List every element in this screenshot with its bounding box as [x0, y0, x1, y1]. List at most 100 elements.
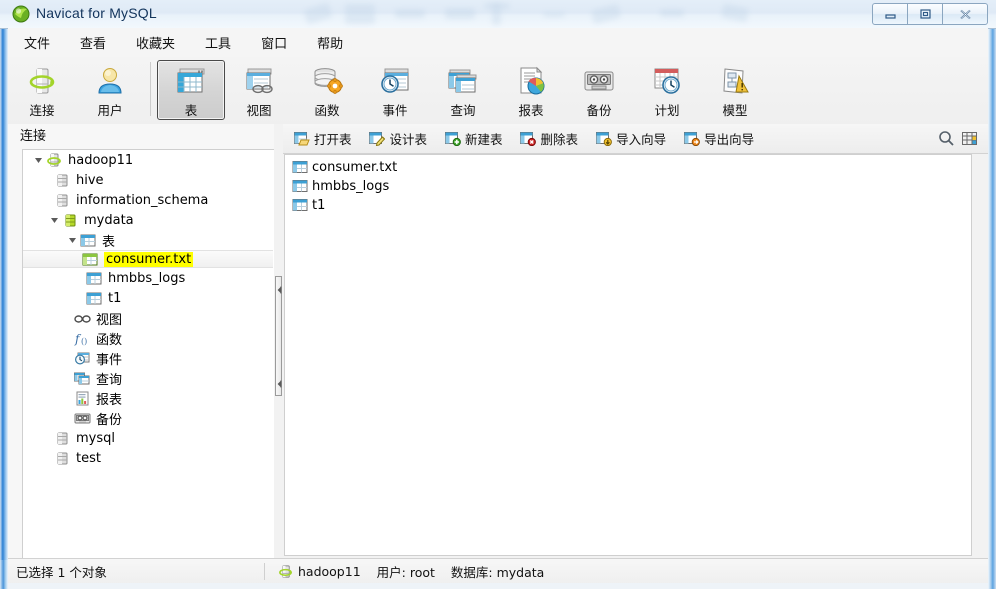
view-glasses-icon: [73, 309, 91, 327]
toolbar-button-schedule[interactable]: 计划: [633, 60, 701, 120]
tree-item-reports[interactable]: 报表: [23, 388, 275, 408]
toolbar-button-function[interactable]: 函数: [293, 60, 361, 120]
export-wizard-button[interactable]: 导出向导: [676, 127, 761, 151]
backup-tape-icon: [73, 409, 91, 427]
list-item-label: hmbbs_logs: [312, 179, 390, 194]
chevron-down-icon[interactable]: [47, 210, 61, 230]
new-table-button[interactable]: 新建表: [437, 127, 510, 151]
tree-item-information-schema[interactable]: information_schema: [23, 190, 275, 210]
menu-file[interactable]: 文件: [10, 29, 64, 56]
chevron-down-icon[interactable]: [31, 150, 45, 170]
database-gray-icon: [53, 449, 71, 467]
table-folder-icon: [79, 231, 97, 249]
menu-view[interactable]: 查看: [66, 29, 120, 56]
tree-item-events[interactable]: 事件: [23, 348, 275, 368]
import-wizard-button[interactable]: 导入向导: [588, 127, 673, 151]
toolbar-label: 事件: [382, 103, 408, 118]
minimize-button[interactable]: [872, 3, 908, 25]
toolbar-button-table[interactable]: 表: [157, 60, 225, 120]
tree-item-mysql[interactable]: mysql: [23, 428, 275, 448]
tree-item-test[interactable]: test: [23, 448, 275, 468]
tree-item-label: 函数: [96, 332, 123, 348]
database-green-icon: [61, 211, 79, 229]
tree-item-consumer-txt[interactable]: consumer.txt: [23, 250, 273, 268]
tree-item-label: mydata: [84, 212, 134, 228]
open-table-button[interactable]: 打开表: [286, 127, 359, 151]
navicat-logo-icon: [12, 5, 30, 23]
menu-help[interactable]: 帮助: [303, 29, 357, 56]
menu-bar: 文件 查看 收藏夹 工具 窗口 帮助: [8, 28, 988, 58]
status-connection-name: hadoop11: [298, 564, 361, 579]
tree-item-hadoop11[interactable]: hadoop11: [23, 150, 275, 170]
table-icon: [291, 197, 308, 214]
tree-item-backups[interactable]: 备份: [23, 408, 275, 428]
list-item[interactable]: hmbbs_logs: [289, 178, 971, 195]
object-button-label: 导入向导: [616, 132, 667, 147]
toolbar-label: 函数: [314, 103, 340, 118]
backup-icon: [583, 65, 615, 97]
tree-item-t1[interactable]: t1: [23, 288, 275, 308]
toolbar-button-event[interactable]: 事件: [361, 60, 429, 120]
window-controls: [872, 3, 988, 25]
server-connection-icon: [45, 151, 63, 169]
toolbar-button-report[interactable]: 报表: [497, 60, 565, 120]
delete-table-icon: [520, 130, 537, 147]
list-item[interactable]: consumer.txt: [289, 159, 971, 176]
chevron-down-icon[interactable]: [65, 230, 79, 250]
delete-table-button[interactable]: 删除表: [513, 127, 586, 151]
navicat-window: Navicat for MySQL 文件 查看 收藏夹 工具 窗口 帮助 连接 …: [0, 0, 996, 589]
event-icon: [379, 65, 411, 97]
toolbar-label: 报表: [518, 103, 544, 118]
menu-favorites[interactable]: 收藏夹: [122, 29, 189, 56]
toolbar-label: 表: [184, 103, 198, 118]
toolbar-button-user[interactable]: 用户: [76, 60, 144, 120]
report-icon: [515, 65, 547, 97]
tree-item-label: 查询: [96, 372, 123, 388]
toolbar-label: 视图: [246, 103, 272, 118]
tree-item-hmbbs-logs[interactable]: hmbbs_logs: [23, 268, 275, 288]
tree-item-tables-folder[interactable]: 表: [23, 230, 275, 250]
status-database: 数据库: mydata: [450, 565, 545, 580]
tree-item-mydata[interactable]: mydata: [23, 210, 275, 230]
design-table-icon: [369, 130, 386, 147]
toolbar-button-backup[interactable]: 备份: [565, 60, 633, 120]
view-icon: [243, 65, 275, 97]
tree-item-label: consumer.txt: [104, 251, 194, 267]
pane-splitter[interactable]: [274, 124, 283, 558]
menu-window[interactable]: 窗口: [247, 29, 301, 56]
grid-view-icon[interactable]: [958, 127, 982, 151]
toolbar-button-view[interactable]: 视图: [225, 60, 293, 120]
window-border-left: [0, 0, 8, 589]
tree-item-label: 事件: [96, 352, 123, 368]
maximize-button[interactable]: [907, 3, 943, 25]
table-icon: [291, 178, 308, 195]
schedule-icon: [651, 65, 683, 97]
splitter-grip[interactable]: [275, 276, 282, 396]
menu-tools[interactable]: 工具: [191, 29, 245, 56]
search-icon[interactable]: [934, 127, 958, 151]
connection-tree[interactable]: hadoop11 hive information_schema mydata …: [22, 149, 275, 560]
tree-item-views[interactable]: 视图: [23, 308, 275, 328]
status-bar: 已选择 1 个对象 hadoop11 用户: root 数据库: mydata: [8, 558, 988, 584]
toolbar-label: 模型: [722, 103, 748, 118]
status-connection-info: hadoop11 用户: root 数据库: mydata: [265, 562, 560, 581]
connection-icon: [26, 65, 58, 97]
table-list[interactable]: consumer.txt hmbbs_logs t1: [284, 154, 972, 556]
list-item-label: t1: [312, 198, 326, 213]
database-gray-icon: [53, 171, 71, 189]
tree-item-functions[interactable]: f () 函数: [23, 328, 275, 348]
list-item[interactable]: t1: [289, 197, 971, 214]
design-table-button[interactable]: 设计表: [362, 127, 435, 151]
object-button-label: 新建表: [465, 132, 503, 147]
database-gray-icon: [53, 429, 71, 447]
query-icon: [447, 65, 479, 97]
table-icon: [291, 159, 308, 176]
toolbar-button-query[interactable]: 查询: [429, 60, 497, 120]
toolbar-button-model[interactable]: 模型: [701, 60, 769, 120]
close-button[interactable]: [942, 3, 988, 25]
toolbar-button-connection[interactable]: 连接: [8, 60, 76, 120]
object-toolbar-right: [934, 124, 982, 153]
tree-item-hive[interactable]: hive: [23, 170, 275, 190]
tree-item-queries[interactable]: 查询: [23, 368, 275, 388]
user-icon: [94, 65, 126, 97]
